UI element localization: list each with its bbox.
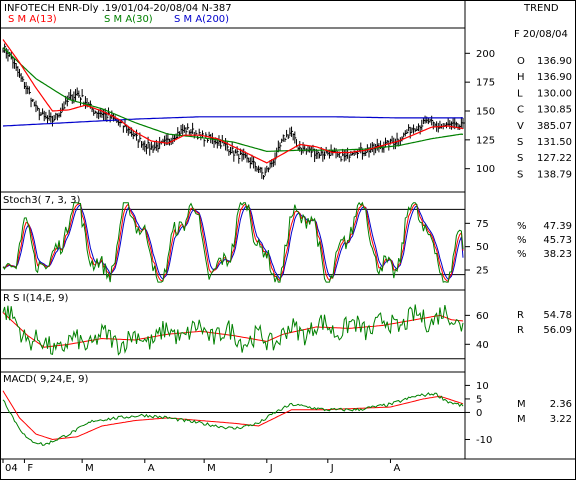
rsi-value: 54.78 xyxy=(543,310,572,321)
rsi-value: 56.09 xyxy=(543,325,572,336)
x-tick-label: 04 xyxy=(5,463,18,474)
macd-value-key: M xyxy=(517,414,526,425)
legend-sma13: S M A(13) xyxy=(8,14,57,25)
y-tick-label: 175 xyxy=(476,78,495,89)
y-tick-label: 200 xyxy=(476,49,495,60)
y-tick-label: 5 xyxy=(476,394,482,405)
x-tick-label: F xyxy=(27,463,33,474)
legend-sma200: S M A(200) xyxy=(174,14,229,25)
macd-value: 3.22 xyxy=(550,414,572,425)
price-value-key: H xyxy=(517,72,525,83)
macd-value: 2.36 xyxy=(550,399,572,410)
price-value: 136.90 xyxy=(537,56,572,67)
x-tick-label: A xyxy=(148,463,155,474)
stoch-value-key: % xyxy=(517,249,527,260)
price-value-key: S xyxy=(517,137,523,148)
trend-label: TREND xyxy=(523,3,559,14)
stoch-value: 45.73 xyxy=(543,235,572,246)
y-tick-label: 25 xyxy=(476,266,489,277)
y-tick-label: 50 xyxy=(476,242,489,253)
price-value-key: S xyxy=(517,153,523,164)
x-tick-label: M xyxy=(85,463,94,474)
date-label: F 20/08/04 xyxy=(514,29,568,40)
price-value-key: V xyxy=(517,121,524,132)
chart-title: INFOTECH ENR-Dly .19/01/04-20/08/04 N-38… xyxy=(4,3,232,14)
stoch-value: 38.23 xyxy=(543,249,572,260)
rsi-value-key: R xyxy=(517,310,524,321)
rsi-value-key: R xyxy=(517,325,524,336)
x-tick-label: J xyxy=(330,463,334,474)
price-value-key: S xyxy=(517,169,523,180)
price-value-key: L xyxy=(517,88,523,99)
price-value-key: C xyxy=(517,105,524,116)
y-tick-label: 125 xyxy=(476,135,495,146)
price-value: 130.00 xyxy=(537,88,572,99)
y-tick-label: 40 xyxy=(476,340,489,351)
y-tick-label: 0 xyxy=(476,408,482,419)
stoch-title: Stoch3( 7, 3, 3) xyxy=(3,195,80,206)
price-value-key: O xyxy=(517,56,525,67)
x-tick-label: J xyxy=(269,463,273,474)
y-tick-label: 100 xyxy=(476,164,495,175)
stoch-value-key: % xyxy=(517,221,527,232)
y-tick-label: 10 xyxy=(476,381,489,392)
y-tick-label: -10 xyxy=(476,435,492,446)
stoch-value-key: % xyxy=(517,235,527,246)
stoch-value: 47.39 xyxy=(543,221,572,232)
x-tick-label: M xyxy=(207,463,216,474)
macd-title: MACD( 9,24,E, 9) xyxy=(3,374,89,385)
rsi-title: R S I(14,E, 9) xyxy=(3,293,68,304)
stock-chart: INFOTECH ENR-Dly .19/01/04-20/08/04 N-38… xyxy=(0,0,576,480)
price-value: 130.85 xyxy=(537,105,572,116)
y-tick-label: 75 xyxy=(476,219,489,230)
price-value: 385.07 xyxy=(537,121,572,132)
price-value: 127.22 xyxy=(537,153,572,164)
y-tick-label: 60 xyxy=(476,311,489,322)
legend-sma30: S M A(30) xyxy=(104,14,153,25)
macd-value-key: M xyxy=(517,399,526,410)
y-tick-label: 150 xyxy=(476,107,495,118)
price-value: 138.79 xyxy=(537,169,572,180)
price-value: 136.90 xyxy=(537,72,572,83)
x-tick-label: A xyxy=(393,463,400,474)
price-value: 131.50 xyxy=(537,137,572,148)
